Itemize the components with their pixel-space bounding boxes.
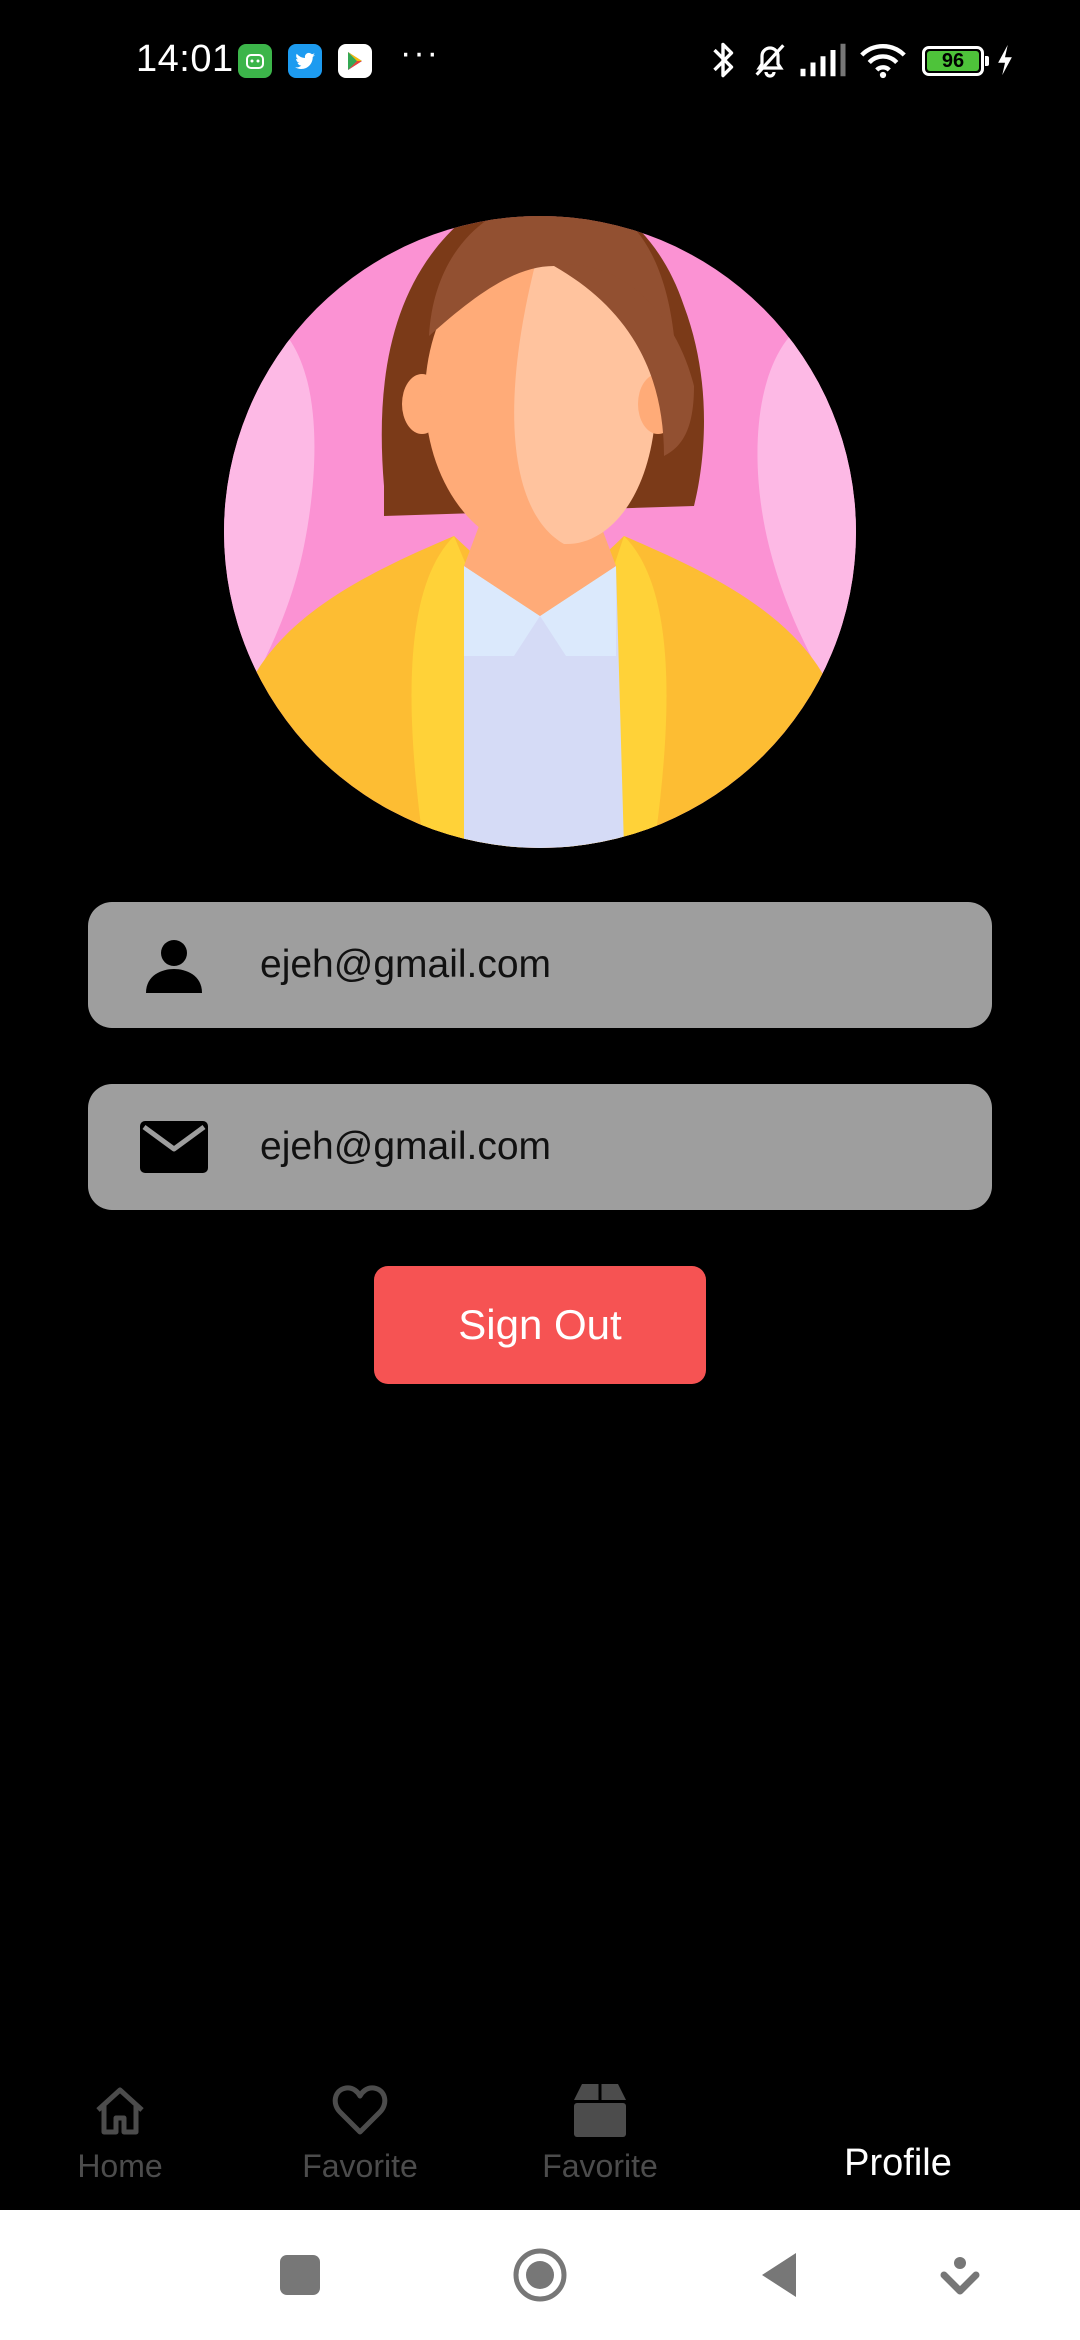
charging-icon xyxy=(998,44,1012,76)
avatar xyxy=(224,216,856,848)
menu-button[interactable] xyxy=(930,2245,990,2305)
bottom-nav: Home Favorite Favorite Profile xyxy=(0,2060,1080,2210)
home-icon xyxy=(96,2087,144,2135)
back-button[interactable] xyxy=(750,2245,810,2305)
battery-icon: 96 xyxy=(922,46,989,76)
person-icon xyxy=(146,940,202,993)
nav-label-favorite-2: Favorite xyxy=(542,2148,658,2184)
nav-label-favorite: Favorite xyxy=(302,2148,418,2184)
box-icon xyxy=(574,2084,626,2137)
wifi-icon xyxy=(860,44,906,79)
home-button[interactable] xyxy=(510,2245,570,2305)
email-field[interactable]: ejeh@gmail.com xyxy=(88,1084,992,1210)
robot-app-icon xyxy=(238,44,272,78)
name-value: ejeh@gmail.com xyxy=(260,943,552,986)
status-bar: 14:01 ··· 96 xyxy=(0,0,1080,124)
nav-item-favorite-box[interactable]: Favorite xyxy=(490,2060,710,2210)
mail-icon xyxy=(140,1121,208,1173)
signal-icon xyxy=(800,43,846,77)
nav-item-favorite[interactable]: Favorite xyxy=(250,2060,470,2210)
more-notifications-icon: ··· xyxy=(400,34,440,72)
nav-item-profile[interactable]: Profile xyxy=(788,2060,1008,2210)
mute-icon xyxy=(755,44,785,78)
bluetooth-icon xyxy=(713,42,734,78)
heart-icon xyxy=(332,2085,388,2135)
battery-level: 96 xyxy=(941,50,965,72)
twitter-icon xyxy=(288,44,322,78)
nav-item-home[interactable]: Home xyxy=(10,2060,230,2210)
status-time: 14:01 xyxy=(136,38,234,80)
play-store-icon xyxy=(338,44,372,78)
nav-label-home: Home xyxy=(77,2148,163,2184)
sign-out-button[interactable]: Sign Out xyxy=(374,1266,706,1384)
nav-label-profile: Profile xyxy=(844,2142,952,2184)
name-field[interactable]: ejeh@gmail.com xyxy=(88,902,992,1028)
email-value: ejeh@gmail.com xyxy=(260,1125,552,1168)
system-nav-bar xyxy=(0,2210,1080,2340)
recents-button[interactable] xyxy=(270,2245,330,2305)
